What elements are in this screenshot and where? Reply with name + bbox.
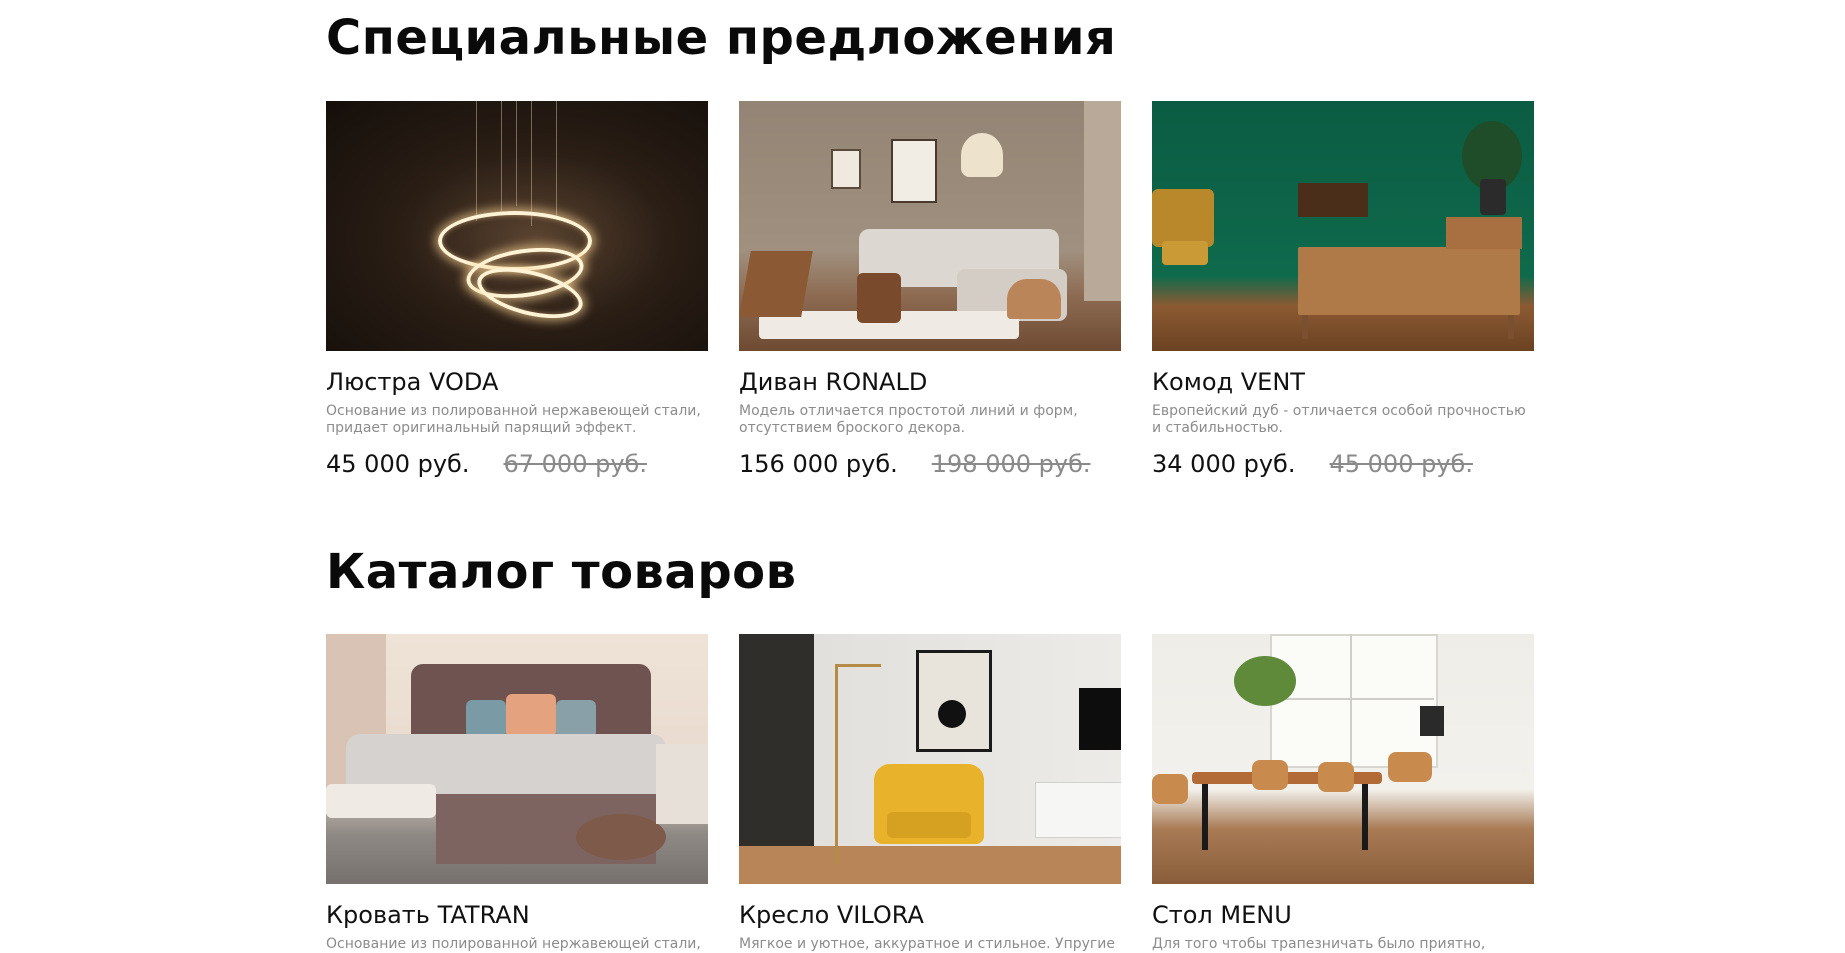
product-title[interactable]: Стол MENU — [1152, 900, 1534, 930]
price-row: 156 000 руб. 198 000 руб. — [739, 450, 1121, 478]
product-title[interactable]: Кресло VILORA — [739, 900, 1121, 930]
product-card-vent[interactable]: Комод VENT Европейский дуб - отличается … — [1152, 101, 1534, 478]
old-price: 198 000 руб. — [931, 450, 1091, 478]
product-description: Европейский дуб - отличается особой проч… — [1152, 403, 1526, 436]
old-price: 45 000 руб. — [1329, 450, 1473, 478]
product-title[interactable]: Комод VENT — [1152, 367, 1534, 397]
catalog-grid: Кровать TATRAN Основание из полированной… — [326, 634, 1536, 953]
product-card-vilora[interactable]: Кресло VILORA Мягкое и уютное, аккуратно… — [739, 634, 1121, 953]
current-price: 156 000 руб. — [739, 450, 898, 478]
product-description: Мягкое и уютное, аккуратное и стильное. … — [739, 936, 1115, 952]
product-card-ronald[interactable]: Диван RONALD Модель отличается простотой… — [739, 101, 1121, 478]
product-title[interactable]: Диван RONALD — [739, 367, 1121, 397]
current-price: 45 000 руб. — [326, 450, 470, 478]
chandelier-photo[interactable] — [326, 101, 708, 351]
price-row: 45 000 руб. 67 000 руб. — [326, 450, 708, 478]
product-description: Модель отличается простотой линий и форм… — [739, 403, 1078, 436]
yellow-armchair-photo[interactable] — [739, 634, 1121, 884]
product-title[interactable]: Люстра VODA — [326, 367, 708, 397]
special-offers-grid: Люстра VODA Основание из полированной не… — [326, 101, 1536, 478]
special-offers-title: Специальные предложения — [326, 10, 1117, 66]
product-description: Основание из полированной нержавеющей ст… — [326, 936, 701, 952]
product-description: Для того чтобы трапезничать было приятно… — [1152, 936, 1486, 952]
product-card-tatran[interactable]: Кровать TATRAN Основание из полированной… — [326, 634, 708, 953]
living-room-sofa-photo[interactable] — [739, 101, 1121, 351]
product-card-menu[interactable]: Стол MENU Для того чтобы трапезничать бы… — [1152, 634, 1534, 953]
bedroom-bed-photo[interactable] — [326, 634, 708, 884]
price-row: 34 000 руб. 45 000 руб. — [1152, 450, 1534, 478]
product-description: Основание из полированной нержавеющей ст… — [326, 403, 701, 436]
catalog-title: Каталог товаров — [326, 544, 797, 600]
product-title[interactable]: Кровать TATRAN — [326, 900, 708, 930]
dining-table-photo[interactable] — [1152, 634, 1534, 884]
product-card-voda[interactable]: Люстра VODA Основание из полированной не… — [326, 101, 708, 478]
current-price: 34 000 руб. — [1152, 450, 1296, 478]
green-room-dresser-photo[interactable] — [1152, 101, 1534, 351]
old-price: 67 000 руб. — [503, 450, 647, 478]
